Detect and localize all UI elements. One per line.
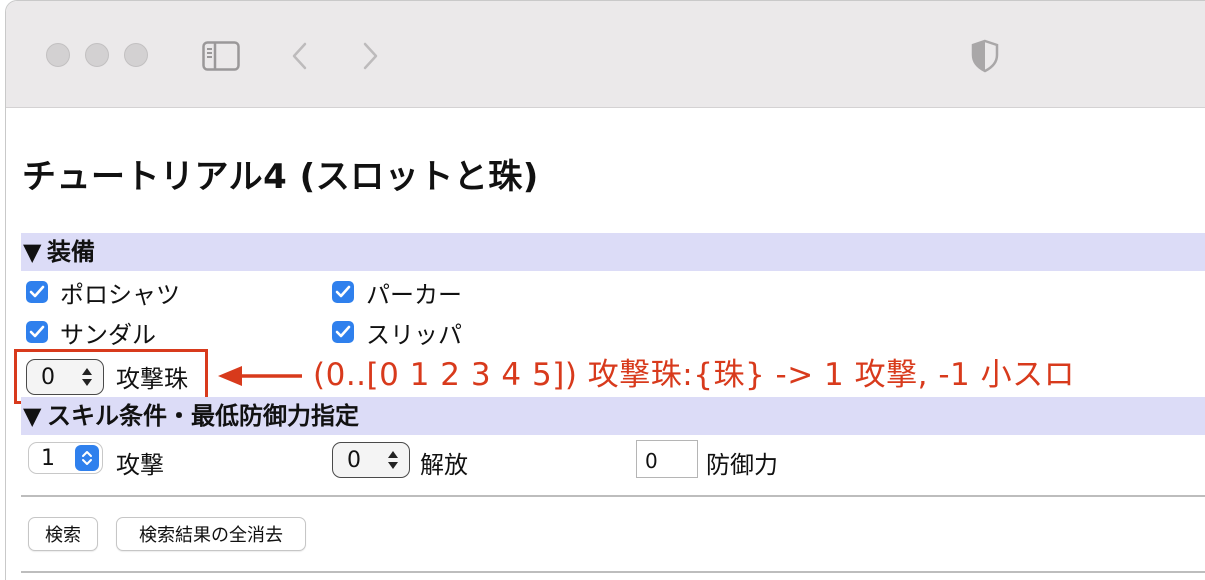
checkbox-checked-icon[interactable] xyxy=(332,281,354,303)
skill-section-title: スキル条件・最低防御力指定 xyxy=(47,402,359,430)
search-button[interactable]: 検索 xyxy=(28,517,98,551)
checkbox-checked-icon[interactable] xyxy=(26,281,48,303)
page-title: チュートリアル4 (スロットと珠) xyxy=(22,157,539,197)
checkbox-item-parka[interactable]: パーカー xyxy=(332,277,462,309)
collapse-triangle-icon: ▼ xyxy=(23,402,42,430)
clear-results-button[interactable]: 検索結果の全消去 xyxy=(116,517,306,551)
browser-window: チュートリアル4 (スロットと珠) ▼ 装備 ポロシャツ パーカー サンダル ス… xyxy=(5,0,1205,580)
sidebar-icon[interactable] xyxy=(202,41,240,71)
checkbox-item-sandals[interactable]: サンダル xyxy=(26,317,156,349)
release-skill-label: 解放 xyxy=(420,451,468,479)
checkbox-checked-icon[interactable] xyxy=(26,321,48,343)
select-value: 0 xyxy=(347,447,361,473)
forward-icon[interactable] xyxy=(360,41,380,71)
updown-arrows-icon xyxy=(82,368,92,386)
divider xyxy=(21,571,1205,573)
page-content: チュートリアル4 (スロットと珠) ▼ 装備 ポロシャツ パーカー サンダル ス… xyxy=(6,109,1205,580)
annotation-text: (0..[0 1 2 3 4 5]) 攻撃珠:{珠} -> 1 攻撃, -1 小… xyxy=(313,357,1076,393)
checkbox-item-slippers[interactable]: スリッパ xyxy=(332,317,462,349)
checkbox-label: ポロシャツ xyxy=(60,280,180,309)
close-window-button[interactable] xyxy=(46,43,70,67)
shield-icon[interactable] xyxy=(970,39,1000,73)
checkbox-checked-icon[interactable] xyxy=(332,321,354,343)
select-value: 0 xyxy=(41,364,55,390)
select-value: 1 xyxy=(41,445,55,471)
jewel-select-label: 攻撃珠 xyxy=(116,365,188,393)
checkbox-item-polo[interactable]: ポロシャツ xyxy=(26,277,180,309)
attack-skill-label: 攻撃 xyxy=(116,451,164,479)
defense-input[interactable]: 0 xyxy=(636,440,698,478)
checkbox-label: パーカー xyxy=(366,280,462,309)
checkbox-label: スリッパ xyxy=(366,320,462,349)
checkbox-label: サンダル xyxy=(60,320,156,349)
jewel-count-select[interactable]: 0 xyxy=(26,359,104,395)
release-skill-select[interactable]: 0 xyxy=(332,442,410,478)
updown-arrows-icon xyxy=(388,451,398,469)
annotation-arrow-icon xyxy=(218,366,302,386)
updown-arrows-icon xyxy=(75,445,99,471)
equipment-section-title: 装備 xyxy=(47,238,95,266)
equipment-section-header[interactable]: ▼ 装備 xyxy=(21,233,1205,271)
attack-skill-select[interactable]: 1 xyxy=(28,442,103,474)
skill-section-header[interactable]: ▼ スキル条件・最低防御力指定 xyxy=(21,397,1205,435)
defense-label: 防御力 xyxy=(706,451,778,479)
back-icon[interactable] xyxy=(290,41,310,71)
minimize-window-button[interactable] xyxy=(85,43,109,67)
divider xyxy=(21,495,1205,497)
browser-toolbar xyxy=(6,1,1205,108)
collapse-triangle-icon: ▼ xyxy=(23,238,42,266)
zoom-window-button[interactable] xyxy=(124,43,148,67)
